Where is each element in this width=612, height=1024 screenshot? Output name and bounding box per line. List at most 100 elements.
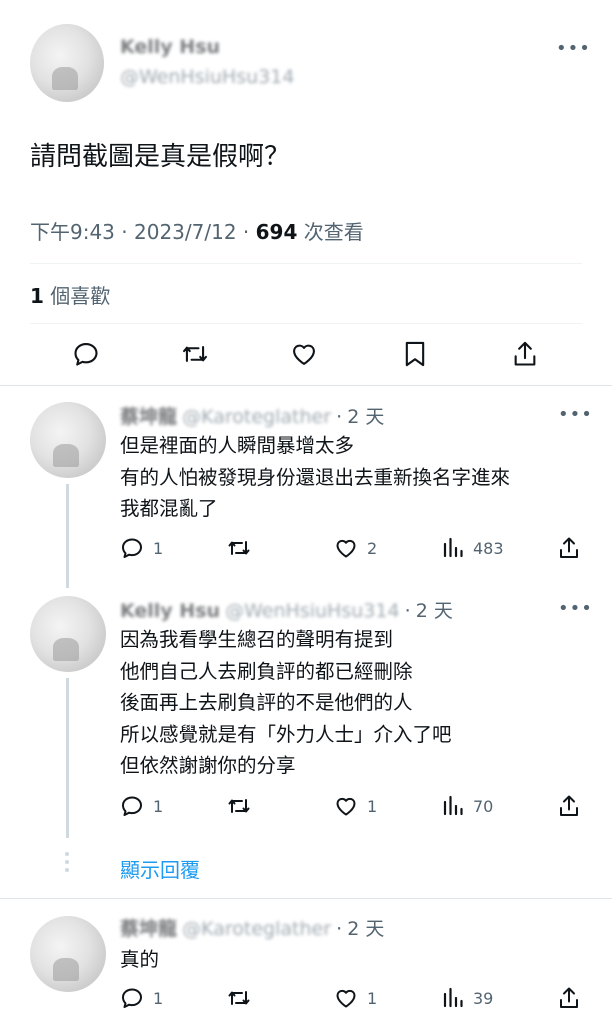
share-icon [560, 987, 578, 1008]
retweet-icon [228, 991, 250, 1005]
tweet-text: 請問截圖是真是假啊？ [30, 142, 291, 172]
share-button[interactable] [512, 340, 538, 368]
like-count: 2 [367, 538, 378, 558]
thread-line [66, 484, 69, 588]
reply-count: 1 [153, 988, 164, 1008]
reply-line: 他們自己人去刷負評的都已經刪除 [120, 659, 413, 683]
divider [30, 263, 582, 264]
reply-button[interactable] [72, 340, 100, 368]
reply-header: 蔡坤龍 @Karoteglather · 2 天 [120, 402, 384, 429]
bookmark-button[interactable] [402, 340, 428, 368]
retweet-icon [183, 346, 207, 362]
thread-dots-icon [63, 852, 71, 872]
reply-header: Kelly Hsu @WenHsiuHsu314 · 2 天 [120, 596, 453, 623]
view-count: 70 [473, 796, 494, 816]
bar-chart-icon [443, 795, 463, 816]
retweet-button[interactable] [226, 794, 252, 818]
reply-count: 1 [153, 538, 164, 558]
reply-icon [74, 343, 98, 366]
more-options-icon[interactable]: ••• [558, 404, 593, 425]
author-handle[interactable]: @Karoteglather [182, 918, 331, 940]
view-count: 483 [473, 538, 504, 558]
views-button[interactable]: 70 [442, 794, 493, 818]
separator: · [336, 918, 343, 940]
like-button[interactable]: 2 [334, 536, 377, 560]
reply-button[interactable]: 1 [120, 794, 163, 818]
retweet-button[interactable] [226, 536, 252, 560]
share-icon [560, 795, 578, 816]
likes-summary[interactable]: 1 個喜歡 [30, 280, 110, 309]
show-replies-link[interactable]: 顯示回覆 [120, 854, 200, 883]
avatar[interactable] [30, 402, 106, 478]
divider [30, 323, 582, 324]
reply-text: 真的 [120, 944, 159, 976]
author-name[interactable]: Kelly Hsu [120, 36, 220, 58]
separator: · [404, 600, 411, 622]
views-button[interactable]: 483 [442, 536, 504, 560]
share-icon [560, 537, 578, 558]
like-button[interactable] [290, 340, 318, 368]
retweet-button[interactable] [180, 340, 210, 368]
separator: · [242, 220, 250, 244]
author-handle[interactable]: @WenHsiuHsu314 [120, 66, 294, 88]
more-options-icon[interactable]: ••• [558, 598, 593, 619]
likes-label: 個喜歡 [50, 284, 111, 308]
view-count: 39 [473, 988, 494, 1008]
share-button[interactable] [558, 986, 580, 1010]
reply-line: 但依然謝謝你的分享 [120, 754, 296, 777]
reply-line: 我都混亂了 [120, 497, 218, 520]
heart-icon [336, 989, 356, 1008]
author-handle[interactable]: @WenHsiuHsu314 [225, 600, 399, 622]
thread-line [66, 678, 69, 838]
heart-icon [336, 797, 356, 816]
bookmark-icon [405, 341, 425, 367]
reply-icon [122, 796, 142, 816]
reply-icon [122, 988, 142, 1008]
reply-line: 所以感覺就是有「外力人士」介入了吧 [120, 722, 452, 746]
retweet-icon [228, 541, 250, 555]
tweet-date[interactable]: 2023/7/12 [134, 220, 237, 244]
reply-count: 1 [153, 796, 164, 816]
tweet-meta: 下午9:43 · 2023/7/12 · 694 次查看 [30, 216, 364, 245]
avatar[interactable] [30, 596, 106, 672]
like-button[interactable]: 1 [334, 794, 377, 818]
time-ago[interactable]: 2 天 [347, 918, 384, 940]
views-count: 694 [255, 220, 298, 244]
reply-button[interactable]: 1 [120, 986, 163, 1010]
views-label: 次查看 [303, 220, 364, 244]
reply-line: 後面再上去刷負評的不是他們的人 [120, 691, 413, 714]
reply-button[interactable]: 1 [120, 536, 163, 560]
more-options-icon[interactable]: ••• [556, 38, 591, 59]
tweet-time[interactable]: 下午9:43 [30, 220, 115, 244]
like-button[interactable]: 1 [334, 986, 377, 1010]
reply-line: 真的 [120, 948, 160, 971]
heart-icon [293, 344, 315, 365]
heart-icon [336, 539, 356, 558]
like-count: 1 [367, 988, 378, 1008]
author-name[interactable]: Kelly Hsu [120, 600, 220, 622]
bar-chart-icon [443, 987, 463, 1008]
time-ago[interactable]: 2 天 [347, 406, 384, 428]
avatar[interactable] [30, 916, 106, 992]
separator: · [336, 406, 343, 428]
divider [0, 385, 612, 386]
share-icon [514, 341, 536, 366]
share-button[interactable] [558, 536, 580, 560]
share-button[interactable] [558, 794, 580, 818]
reply-line: 因為我看學生總召的聲明有提到 [120, 628, 394, 651]
reply-header: 蔡坤龍 @Karoteglather · 2 天 [120, 914, 384, 941]
reply-line: 但是裡面的人瞬間暴增太多 [120, 434, 355, 457]
likes-count: 1 [30, 284, 44, 308]
like-count: 1 [367, 796, 378, 816]
bar-chart-icon [443, 537, 463, 558]
retweet-icon [228, 799, 250, 813]
retweet-button[interactable] [226, 986, 252, 1010]
avatar[interactable] [30, 24, 104, 102]
time-ago[interactable]: 2 天 [416, 600, 453, 622]
divider [0, 898, 612, 899]
author-handle[interactable]: @Karoteglather [182, 406, 331, 428]
views-button[interactable]: 39 [442, 986, 493, 1010]
author-name[interactable]: 蔡坤龍 [120, 918, 177, 940]
separator: · [121, 220, 128, 244]
author-name[interactable]: 蔡坤龍 [120, 406, 177, 428]
